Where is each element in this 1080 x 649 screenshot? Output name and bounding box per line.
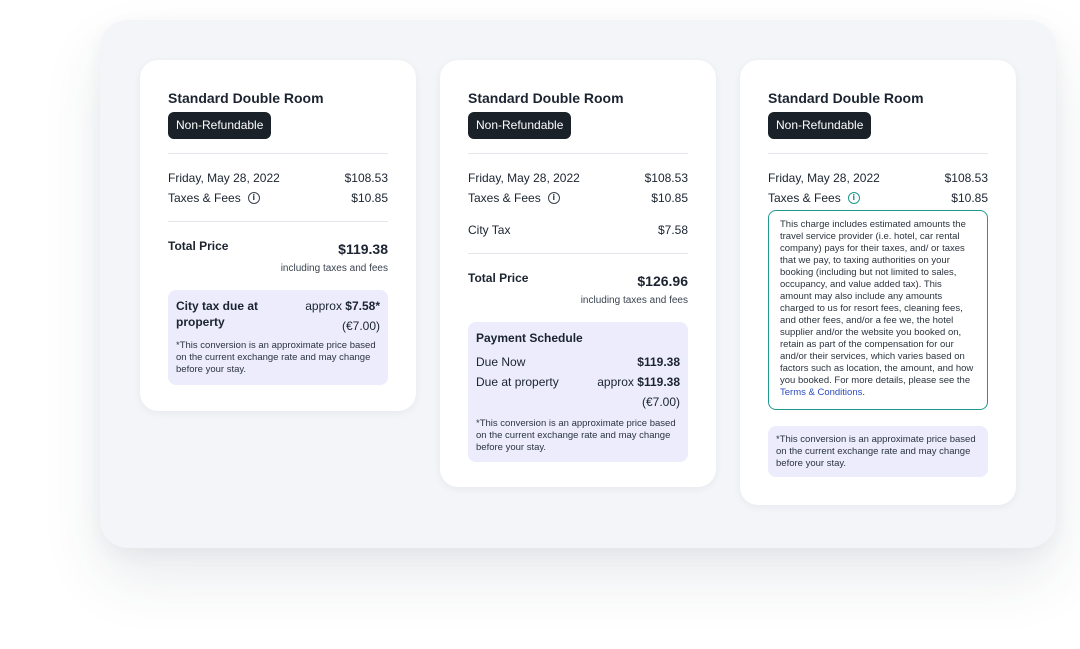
- taxes-row: Taxes & Fees i $10.85: [768, 190, 988, 206]
- info-icon[interactable]: i: [847, 192, 860, 204]
- due-property-local: (€7.00): [641, 395, 680, 409]
- date-price: $108.53: [644, 171, 688, 185]
- schedule-title: Payment Schedule: [476, 331, 583, 345]
- date-label: Friday, May 28, 2022: [168, 171, 280, 185]
- due-now-row: Due Now $119.38: [476, 354, 680, 370]
- city-tax-label: City Tax: [468, 223, 511, 237]
- nightly-rate-row: Friday, May 28, 2022 $108.53: [168, 170, 388, 186]
- total-row: Total Price $126.96: [468, 270, 688, 290]
- payment-schedule-box: Payment Schedule Due Now $119.38 Due at …: [468, 322, 688, 462]
- total-label: Total Price: [168, 239, 229, 253]
- taxes-tooltip: This charge includes estimated amounts t…: [768, 210, 988, 410]
- total-row: Total Price $119.38: [168, 238, 388, 258]
- due-property-row: Due at property approx $119.38 (€7.00): [476, 374, 680, 410]
- city-tax-box: City tax due at property approx $7.58* (…: [168, 290, 388, 385]
- info-icon[interactable]: i: [247, 192, 260, 204]
- price-card-city-tax: Standard Double Room Non-Refundable Frid…: [140, 60, 416, 411]
- due-property-prefix: approx: [597, 375, 634, 389]
- price-card-tax-tooltip: Standard Double Room Non-Refundable Frid…: [740, 60, 1016, 505]
- tooltip-text: This charge includes estimated amounts t…: [780, 219, 974, 386]
- date-label: Friday, May 28, 2022: [768, 171, 880, 185]
- taxes-label: Taxes & Fees: [468, 191, 541, 205]
- divider: [168, 221, 388, 222]
- tooltip-end: .: [862, 387, 866, 398]
- taxes-label: Taxes & Fees: [168, 191, 241, 205]
- divider: [168, 153, 388, 154]
- city-tax-prefix: approx: [305, 299, 342, 313]
- taxes-row: Taxes & Fees i $10.85: [168, 190, 388, 206]
- total-value: $119.38: [338, 241, 388, 257]
- total-note: including taxes and fees: [580, 295, 688, 306]
- non-refundable-badge: Non-Refundable: [168, 112, 272, 139]
- non-refundable-badge: Non-Refundable: [768, 112, 872, 139]
- room-title: Standard Double Room: [768, 90, 924, 106]
- divider: [468, 253, 688, 254]
- date-label: Friday, May 28, 2022: [468, 171, 580, 185]
- conversion-box: *This conversion is an approximate price…: [768, 426, 988, 477]
- city-tax-local: (€7.00): [341, 319, 380, 333]
- city-tax-value: $7.58: [657, 223, 688, 237]
- taxes-value: $10.85: [951, 191, 988, 205]
- room-title: Standard Double Room: [468, 90, 624, 106]
- info-icon[interactable]: i: [547, 192, 560, 204]
- divider: [468, 153, 688, 154]
- due-property-label: Due at property: [476, 375, 559, 389]
- city-tax-value: $7.58*: [345, 299, 380, 313]
- total-note: including taxes and fees: [280, 263, 388, 274]
- terms-conditions-link[interactable]: Terms & Conditions: [780, 387, 862, 398]
- taxes-value: $10.85: [651, 191, 688, 205]
- total-value: $126.96: [637, 273, 688, 289]
- non-refundable-badge: Non-Refundable: [468, 112, 572, 139]
- room-title: Standard Double Room: [168, 90, 324, 106]
- date-price: $108.53: [344, 171, 388, 185]
- due-now-label: Due Now: [476, 355, 526, 369]
- city-tax-label: City tax due at property: [176, 299, 259, 329]
- total-label: Total Price: [468, 271, 529, 285]
- city-tax-row: City Tax $7.58: [468, 222, 688, 238]
- taxes-row: Taxes & Fees i $10.85: [468, 190, 688, 206]
- divider: [768, 153, 988, 154]
- price-card-payment-schedule: Standard Double Room Non-Refundable Frid…: [440, 60, 716, 487]
- conversion-disclaimer: *This conversion is an approximate price…: [776, 434, 976, 469]
- due-now-value: $119.38: [637, 355, 680, 369]
- conversion-disclaimer: *This conversion is an approximate price…: [476, 418, 676, 453]
- conversion-disclaimer: *This conversion is an approximate price…: [176, 340, 376, 375]
- date-price: $108.53: [944, 171, 988, 185]
- taxes-value: $10.85: [351, 191, 388, 205]
- nightly-rate-row: Friday, May 28, 2022 $108.53: [768, 170, 988, 186]
- taxes-label: Taxes & Fees: [768, 191, 841, 205]
- nightly-rate-row: Friday, May 28, 2022 $108.53: [468, 170, 688, 186]
- due-property-value: $119.38: [637, 375, 680, 389]
